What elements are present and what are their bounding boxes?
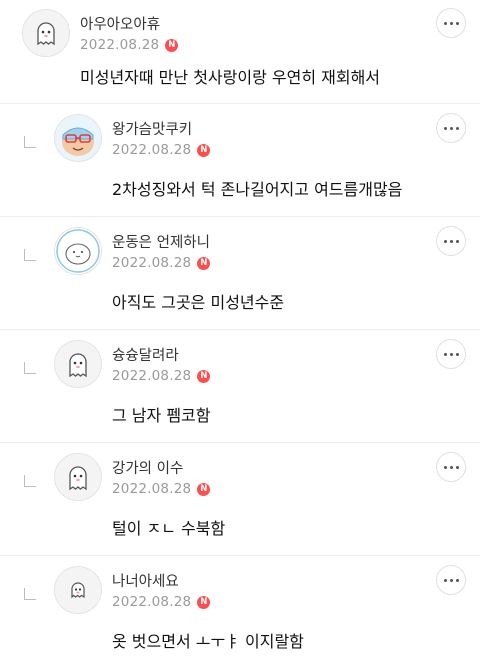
more-options-icon — [443, 126, 447, 130]
reply-item: 슝슝달려라 2022.08.28 N 그 남자 펨코함 — [0, 330, 480, 443]
more-options-button[interactable] — [436, 565, 466, 595]
comment-text: 아직도 그곳은 미성년수준 — [112, 293, 285, 312]
reply-item: 나너아세요 2022.08.28 N 옷 벗으면서 ㅗㅜㅑ 이지랄함 — [0, 556, 480, 669]
comment-date: 2022.08.28 — [112, 142, 192, 158]
reply-arrow-icon — [24, 362, 36, 374]
reply-arrow-icon — [24, 475, 36, 487]
more-options-button[interactable] — [436, 113, 466, 143]
more-options-icon — [443, 239, 447, 243]
new-badge-icon: N — [197, 482, 211, 496]
more-options-icon — [443, 352, 447, 356]
comment-nickname[interactable]: 강가의 이수 — [112, 457, 183, 478]
reply-item: 강가의 이수 2022.08.28 N 털이 ㅈㄴ 수북함 — [0, 443, 480, 556]
comment-meta: 2022.08.28 N — [112, 142, 211, 158]
more-options-icon — [443, 578, 447, 582]
reply-arrow-icon — [24, 588, 36, 600]
more-options-icon — [443, 21, 447, 25]
new-badge-icon: N — [197, 595, 211, 609]
reply-item: 운동은 언제하니 2022.08.28 N 아직도 그곳은 미성년수준 — [0, 217, 480, 330]
cookie-avatar[interactable] — [54, 114, 102, 162]
new-badge-icon: N — [197, 369, 211, 383]
comment-nickname[interactable]: 슝슝달려라 — [112, 344, 179, 365]
comment-text: 미성년자때 만난 첫사랑이랑 우연히 재회해서 — [80, 68, 381, 87]
comment-text: 옷 벗으면서 ㅗㅜㅑ 이지랄함 — [112, 632, 304, 651]
comment-text: 2차성징와서 턱 존나길어지고 여드름개많음 — [112, 180, 403, 199]
comment-date: 2022.08.28 — [112, 255, 192, 271]
comment-meta: 2022.08.28 N — [112, 481, 211, 497]
comment-date: 2022.08.28 — [80, 37, 160, 53]
reply-item: 왕가슴맛쿠키 2022.08.28 N 2차성징와서 턱 존나길어지고 여드름개… — [0, 104, 480, 217]
more-options-button[interactable] — [436, 339, 466, 369]
comment-nickname[interactable]: 운동은 언제하니 — [112, 231, 210, 252]
blob-avatar[interactable] — [54, 227, 102, 275]
comment-date: 2022.08.28 — [112, 368, 192, 384]
comment-date: 2022.08.28 — [112, 481, 192, 497]
more-options-button[interactable] — [436, 452, 466, 482]
comment-meta: 2022.08.28 N — [80, 37, 179, 53]
comment-item: 아우아오아휴 2022.08.28 N 미성년자때 만난 첫사랑이랑 우연히 재… — [0, 0, 480, 104]
reply-arrow-icon — [24, 249, 36, 261]
comment-text: 털이 ㅈㄴ 수북함 — [112, 519, 226, 538]
ghost-avatar[interactable] — [22, 9, 70, 57]
ghost-avatar[interactable] — [54, 340, 102, 388]
comment-nickname[interactable]: 나너아세요 — [112, 570, 179, 591]
comment-list: 아우아오아휴 2022.08.28 N 미성년자때 만난 첫사랑이랑 우연히 재… — [0, 0, 480, 669]
new-badge-icon: N — [197, 143, 211, 157]
more-options-icon — [443, 465, 447, 469]
comment-date: 2022.08.28 — [112, 594, 192, 610]
more-options-button[interactable] — [436, 226, 466, 256]
reply-arrow-icon — [24, 136, 36, 148]
ghost-avatar[interactable] — [54, 566, 102, 614]
new-badge-icon: N — [165, 38, 179, 52]
comment-meta: 2022.08.28 N — [112, 255, 211, 271]
comment-meta: 2022.08.28 N — [112, 594, 211, 610]
ghost-avatar[interactable] — [54, 453, 102, 501]
comment-nickname[interactable]: 아우아오아휴 — [80, 13, 160, 34]
comment-nickname[interactable]: 왕가슴맛쿠키 — [112, 118, 192, 139]
more-options-button[interactable] — [436, 8, 466, 38]
comment-text: 그 남자 펨코함 — [112, 406, 211, 425]
new-badge-icon: N — [197, 256, 211, 270]
comment-meta: 2022.08.28 N — [112, 368, 211, 384]
